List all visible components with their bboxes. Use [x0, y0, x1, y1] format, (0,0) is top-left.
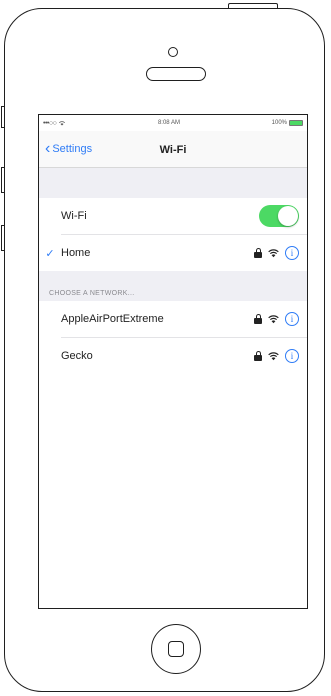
home-button-square-icon [168, 641, 184, 657]
volume-down-button [1, 225, 5, 251]
wifi-toggle-label: Wi-Fi [61, 210, 87, 222]
page-title: Wi-Fi [159, 144, 187, 156]
toggle-knob [278, 206, 298, 226]
wifi-status-icon [59, 121, 66, 126]
lock-icon [254, 351, 262, 361]
phone-frame: •••○○ 8:08 AM 100% ‹ Settings Wi-Fi Wi-F… [4, 8, 325, 692]
carrier-signal: •••○○ [43, 119, 57, 127]
battery-icon [289, 120, 303, 126]
wifi-icon [268, 314, 279, 323]
navigation-bar: ‹ Settings Wi-Fi [39, 131, 307, 168]
connected-network-row[interactable]: ✓ Home i [39, 235, 307, 271]
network-name: Gecko [61, 350, 93, 362]
empty-area [39, 374, 307, 608]
wifi-toggle-row: Wi-Fi [39, 198, 307, 234]
earpiece-speaker [146, 67, 206, 81]
battery-indicator: 100% [272, 120, 303, 126]
checkmark-icon: ✓ [45, 247, 55, 260]
mute-switch [1, 106, 5, 128]
home-button[interactable] [151, 624, 201, 674]
battery-percent: 100% [271, 120, 287, 126]
battery-fill [290, 121, 302, 125]
wifi-icon [268, 351, 279, 360]
section-spacer [39, 168, 307, 198]
network-row[interactable]: AppleAirPortExtreme i [39, 301, 307, 337]
wifi-toggle-switch[interactable] [259, 205, 299, 227]
signal-indicator: •••○○ [43, 120, 66, 127]
network-name: AppleAirPortExtreme [61, 313, 164, 325]
screen: •••○○ 8:08 AM 100% ‹ Settings Wi-Fi Wi-F… [38, 114, 308, 609]
front-camera [168, 47, 178, 57]
network-row[interactable]: Gecko i [39, 338, 307, 374]
section-header: CHOOSE A NETWORK... [39, 271, 307, 301]
lock-icon [254, 314, 262, 324]
network-list: AppleAirPortExtreme i Gecko i [39, 301, 307, 374]
network-name: Home [61, 247, 91, 259]
info-icon[interactable]: i [285, 312, 299, 326]
status-bar: •••○○ 8:08 AM 100% [39, 115, 307, 131]
status-time: 8:08 AM [157, 120, 180, 126]
power-button [228, 3, 278, 9]
info-icon[interactable]: i [285, 349, 299, 363]
lock-icon [254, 248, 262, 258]
info-icon[interactable]: i [285, 246, 299, 260]
wifi-icon [268, 248, 279, 257]
volume-up-button [1, 167, 5, 193]
